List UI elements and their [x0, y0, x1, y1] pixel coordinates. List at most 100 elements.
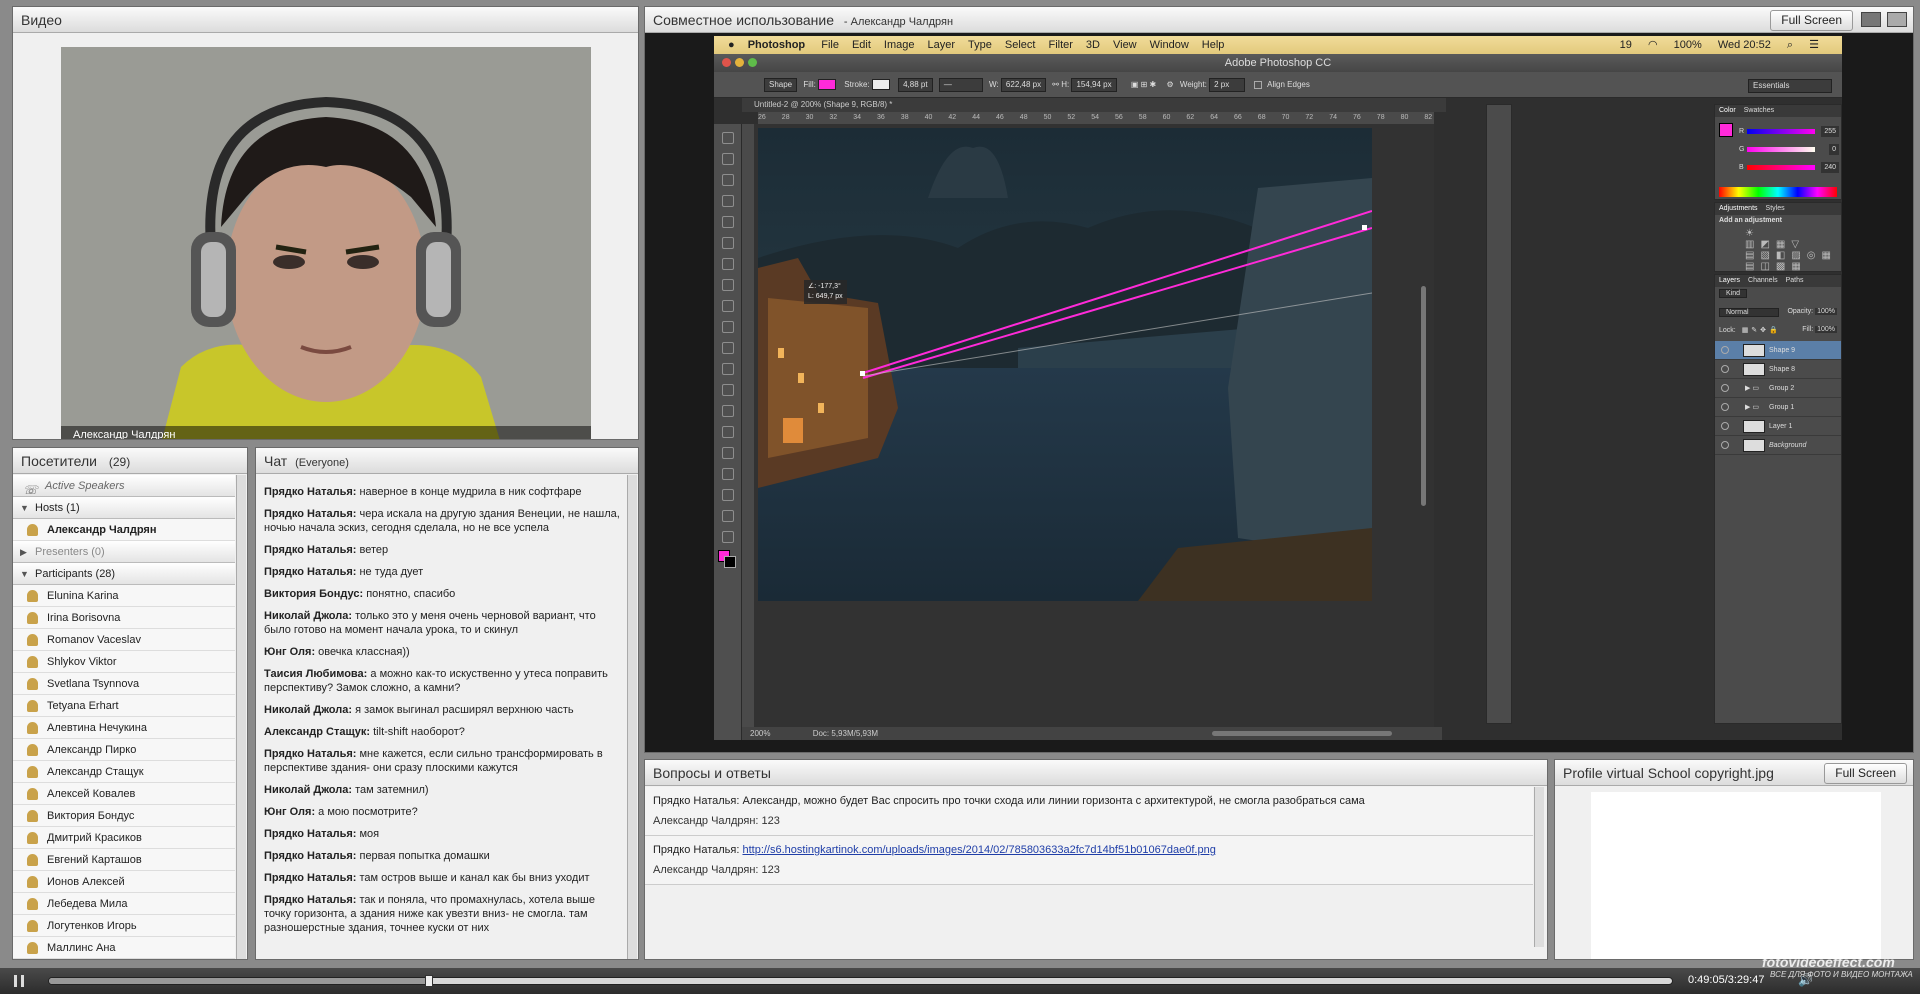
clone-tool-icon[interactable]	[721, 300, 734, 312]
visibility-eye-icon[interactable]	[1721, 384, 1729, 392]
layer-row[interactable]: Background	[1715, 436, 1841, 455]
zoom-window-icon[interactable]	[748, 58, 757, 67]
participant-row[interactable]: Логутенков Игорь	[13, 915, 235, 937]
visibility-eye-icon[interactable]	[1721, 422, 1729, 430]
active-speakers-bar[interactable]: ☏ Active Speakers	[13, 475, 235, 497]
link-icon[interactable]: ⚯	[1052, 80, 1059, 89]
gear-icon[interactable]: ⚙	[1167, 80, 1174, 89]
r-value[interactable]: 255	[1821, 126, 1839, 137]
r-slider[interactable]	[1747, 129, 1815, 134]
participant-row[interactable]: Лебедева Мила	[13, 893, 235, 915]
zoom-tool-icon[interactable]	[721, 531, 734, 543]
qa-scrollbar[interactable]	[1534, 787, 1544, 947]
crop-tool-icon[interactable]	[721, 216, 734, 228]
opacity-input[interactable]: 100%	[1815, 308, 1837, 315]
ps-menu-type[interactable]: Type	[968, 39, 992, 51]
attendees-scrollbar[interactable]	[236, 475, 246, 959]
zoom-level[interactable]: 200%	[750, 729, 770, 738]
move-tool-icon[interactable]	[721, 132, 734, 144]
workspace-select[interactable]: Essentials	[1748, 79, 1832, 93]
participant-row[interactable]: Romanov Vaceslav	[13, 629, 235, 651]
presenters-section-header[interactable]: ▶ Presenters (0)	[13, 541, 235, 563]
visibility-eye-icon[interactable]	[1721, 365, 1729, 373]
participant-row[interactable]: Виктория Бондус	[13, 805, 235, 827]
minimize-window-icon[interactable]	[735, 58, 744, 67]
close-window-icon[interactable]	[722, 58, 731, 67]
participant-row[interactable]: Ионов Алексей	[13, 871, 235, 893]
color-spectrum[interactable]	[1719, 187, 1837, 197]
tab-color[interactable]: Color	[1719, 107, 1736, 114]
dodge-tool-icon[interactable]	[721, 405, 734, 417]
participant-row[interactable]: Shlykov Viktor	[13, 651, 235, 673]
tab-adjustments[interactable]: Adjustments	[1719, 205, 1758, 212]
adjustment-icons[interactable]: ☀▥◩▦▽ ▤▧◧▨◎▦ ▤◫▩▦	[1715, 226, 1841, 274]
blur-tool-icon[interactable]	[721, 384, 734, 396]
shape-mode-select[interactable]: Shape	[764, 78, 798, 92]
participants-section-header[interactable]: ▼ Participants (28)	[13, 563, 235, 585]
hosts-section-header[interactable]: ▼ Hosts (1)	[13, 497, 235, 519]
tab-paths[interactable]: Paths	[1786, 277, 1804, 284]
weight-input[interactable]: 2 px	[1209, 78, 1246, 92]
canvas-hscroll[interactable]	[1212, 731, 1392, 736]
g-slider[interactable]	[1747, 147, 1815, 152]
pause-icon[interactable]	[14, 975, 24, 987]
hand-tool-icon[interactable]	[721, 510, 734, 522]
b-value[interactable]: 240	[1821, 162, 1839, 173]
chat-scrollbar[interactable]	[627, 475, 637, 959]
participant-row[interactable]: Александр Стащук	[13, 761, 235, 783]
gradient-tool-icon[interactable]	[721, 363, 734, 375]
color-fg-swatch[interactable]	[1719, 123, 1733, 137]
path-select-tool-icon[interactable]	[721, 468, 734, 480]
visibility-eye-icon[interactable]	[1721, 441, 1729, 449]
participant-row[interactable]: Elunina Karina	[13, 585, 235, 607]
marquee-tool-icon[interactable]	[721, 153, 734, 165]
app-menu-photoshop[interactable]: Photoshop	[748, 39, 805, 51]
path-ops-icon[interactable]: ▣ ⊞ ✱	[1131, 80, 1156, 89]
progress-thumb[interactable]	[424, 975, 433, 987]
layout-alt-icon[interactable]	[1887, 12, 1907, 27]
g-value[interactable]: 0	[1829, 144, 1839, 155]
layer-row[interactable]: ▶ ▭ Group 1	[1715, 398, 1841, 417]
stroke-swatch[interactable]	[871, 79, 890, 91]
participant-row[interactable]: Irina Borisovna	[13, 607, 235, 629]
ps-menu-layer[interactable]: Layer	[928, 39, 956, 51]
background-color-swatch[interactable]	[724, 556, 736, 568]
height-input[interactable]: 154,94 px	[1071, 78, 1117, 92]
progress-track[interactable]	[48, 975, 1673, 987]
stroke-type-select[interactable]: —	[938, 78, 983, 92]
fill-swatch[interactable]	[818, 79, 837, 91]
ps-menu-file[interactable]: File	[821, 39, 839, 51]
healing-tool-icon[interactable]	[721, 258, 734, 270]
lasso-tool-icon[interactable]	[721, 174, 734, 186]
tab-layers[interactable]: Layers	[1719, 277, 1740, 284]
host-row[interactable]: Александр Чалдрян	[13, 519, 235, 541]
layout-icon[interactable]	[1861, 12, 1881, 27]
list-icon[interactable]: ☰	[1809, 39, 1819, 51]
quick-select-tool-icon[interactable]	[721, 195, 734, 207]
pen-tool-icon[interactable]	[721, 426, 734, 438]
blend-mode-select[interactable]: Normal	[1719, 308, 1779, 317]
layer-row[interactable]: Shape 8	[1715, 360, 1841, 379]
ps-menu-image[interactable]: Image	[884, 39, 915, 51]
participant-row[interactable]: Александр Пирко	[13, 739, 235, 761]
type-tool-icon[interactable]	[721, 447, 734, 459]
ps-menu-view[interactable]: View	[1113, 39, 1137, 51]
layer-row[interactable]: ▶ ▭ Group 2	[1715, 379, 1841, 398]
participant-row[interactable]: Дмитрий Красиков	[13, 827, 235, 849]
b-slider[interactable]	[1747, 165, 1815, 170]
tab-styles[interactable]: Styles	[1766, 205, 1785, 212]
eraser-tool-icon[interactable]	[721, 342, 734, 354]
participant-row[interactable]: Алевтина Нечукина	[13, 717, 235, 739]
participant-row[interactable]: Svetlana Tsynnova	[13, 673, 235, 695]
document-tab[interactable]: Untitled-2 @ 200% (Shape 9, RGB/8) *	[742, 98, 1446, 112]
ps-menu-filter[interactable]: Filter	[1048, 39, 1072, 51]
align-edges-checkbox[interactable]	[1254, 80, 1263, 89]
width-input[interactable]: 622,48 px	[1000, 78, 1047, 92]
stroke-size-input[interactable]: 4,88 pt	[898, 78, 933, 92]
search-icon[interactable]: ⌕	[1787, 39, 1793, 51]
canvas-vscroll[interactable]	[1421, 286, 1426, 506]
qa-question-link[interactable]: http://s6.hostingkartinok.com/uploads/im…	[742, 844, 1215, 856]
lock-icons[interactable]: ▦✎✥🔒	[1742, 327, 1781, 334]
visibility-eye-icon[interactable]	[1721, 346, 1729, 354]
kind-select[interactable]: Kind	[1719, 289, 1748, 298]
